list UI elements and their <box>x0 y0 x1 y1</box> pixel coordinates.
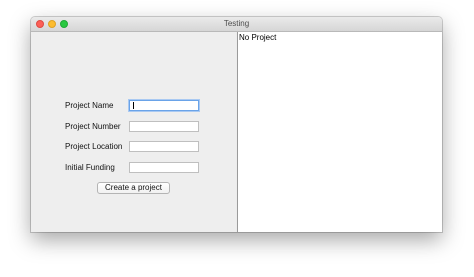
text-caret <box>133 102 134 109</box>
project-location-input[interactable] <box>129 141 199 152</box>
maximize-window-button[interactable] <box>60 20 68 28</box>
minimize-window-button[interactable] <box>48 20 56 28</box>
initial-funding-label: Initial Funding <box>65 163 115 172</box>
project-number-input[interactable] <box>129 121 199 132</box>
close-window-button[interactable] <box>36 20 44 28</box>
project-number-label: Project Number <box>65 122 121 131</box>
title-bar[interactable]: Testing <box>31 17 442 32</box>
window-title: Testing <box>223 19 250 28</box>
project-form-panel: Project Name Project Number Project Loca… <box>31 32 236 232</box>
app-window: Testing Project Name Project Number Proj… <box>31 17 442 232</box>
project-name-label: Project Name <box>65 101 114 110</box>
project-name-input[interactable] <box>129 100 199 111</box>
initial-funding-input[interactable] <box>129 162 199 173</box>
create-project-button[interactable]: Create a project <box>97 182 170 194</box>
project-output-area[interactable]: No Project <box>237 32 442 232</box>
project-location-label: Project Location <box>65 142 123 151</box>
project-status-text: No Project <box>239 33 277 42</box>
